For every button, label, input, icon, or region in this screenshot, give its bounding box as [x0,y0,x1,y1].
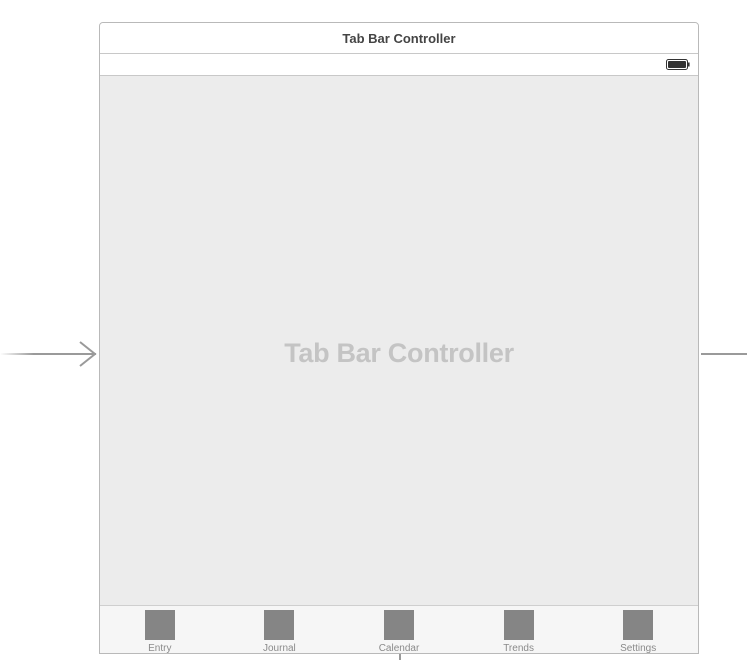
scene-content-area: Tab Bar Controller [100,76,698,605]
tab-item-calendar[interactable]: Calendar [339,606,459,654]
placeholder-square-icon [623,610,654,640]
tab-bar: Entry Journal Calendar Trends Settings [100,605,698,654]
placeholder-square-icon [264,610,295,640]
tab-item-entry[interactable]: Entry [100,606,220,654]
relationship-connector-tick [399,654,401,660]
tab-label: Journal [262,643,296,654]
controller-watermark-label: Tab Bar Controller [284,338,514,368]
tab-item-trends[interactable]: Trends [459,606,579,654]
tab-bar-controller-scene[interactable]: Tab Bar Controller Tab Bar Controller En… [99,22,699,654]
placeholder-square-icon [503,610,534,640]
storyboard-canvas: Tab Bar Controller Tab Bar Controller En… [0,0,747,660]
scene-title-bar[interactable]: Tab Bar Controller [100,23,698,54]
placeholder-square-icon [383,610,414,640]
relationship-segue-line[interactable] [701,353,747,355]
tab-label: Trends [503,643,534,654]
placeholder-square-icon [144,610,175,640]
simulated-status-bar [100,54,698,76]
scene-title: Tab Bar Controller [342,31,456,46]
tab-label: Entry [148,643,172,654]
battery-full-icon [666,59,690,70]
tab-item-settings[interactable]: Settings [578,606,698,654]
tab-label: Calendar [378,643,420,654]
tab-item-journal[interactable]: Journal [220,606,340,654]
tab-label: Settings [620,643,657,654]
